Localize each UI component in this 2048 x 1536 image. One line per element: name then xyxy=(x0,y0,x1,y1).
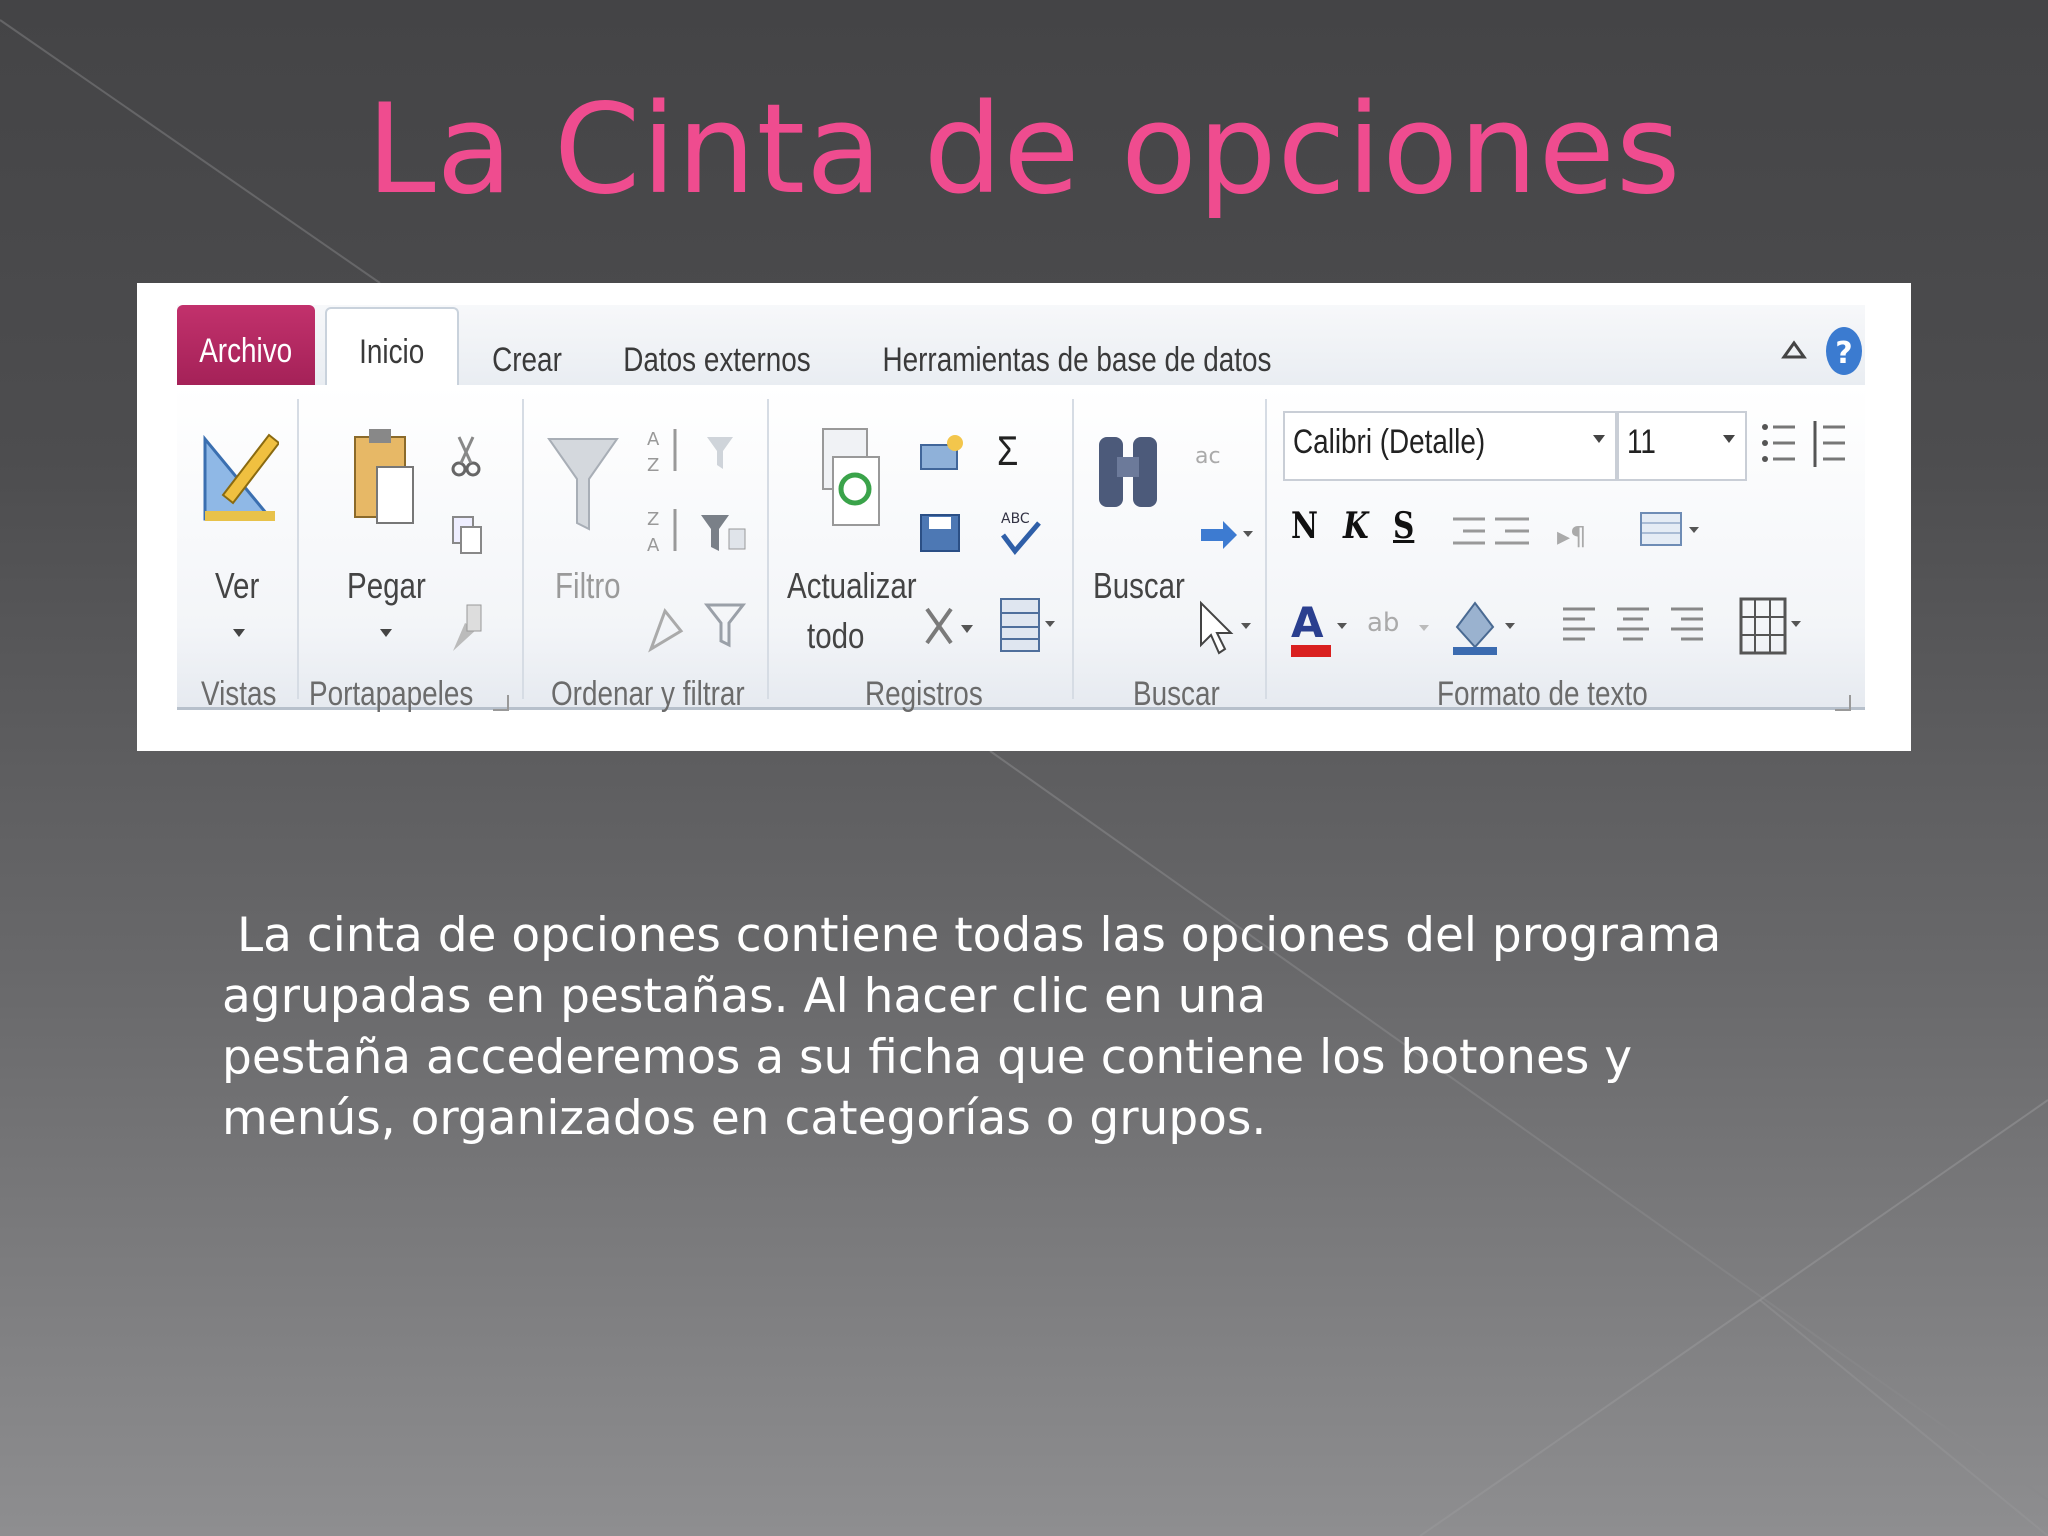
copy-icon[interactable] xyxy=(449,513,485,557)
numbering-icon[interactable] xyxy=(1809,417,1849,471)
replace-icon[interactable]: ac xyxy=(1191,433,1235,483)
clipboard-launcher-icon[interactable] xyxy=(493,695,509,711)
body-line: agrupadas en pestañas. Al hacer clic en … xyxy=(222,969,1267,1024)
underline-button[interactable]: S xyxy=(1393,505,1414,547)
alternate-fill-icon[interactable] xyxy=(1637,509,1703,553)
body-line: La cinta de opciones contiene todas las … xyxy=(222,908,1722,963)
svg-text:ab: ab xyxy=(1367,608,1399,638)
more-icon[interactable] xyxy=(997,595,1059,657)
tab-archivo[interactable]: Archivo xyxy=(177,305,315,397)
body-line: menús, organizados en categorías o grupo… xyxy=(222,1091,1267,1146)
tab-datos-externos[interactable]: Datos externos xyxy=(619,331,816,389)
advanced-filter-icon[interactable] xyxy=(699,511,753,561)
text-direction-icon[interactable]: ▸¶ xyxy=(1555,515,1615,555)
delete-icon[interactable] xyxy=(921,601,981,651)
bullets-icon[interactable] xyxy=(1759,417,1799,471)
svg-text:Z: Z xyxy=(647,509,659,530)
font-name-dropdown-icon xyxy=(1593,435,1605,443)
refresh-icon[interactable] xyxy=(817,423,887,531)
find-button-label[interactable]: Buscar xyxy=(1093,565,1185,607)
svg-text:Z: Z xyxy=(647,455,659,476)
tab-herramientas[interactable]: Herramientas de base de datos xyxy=(880,331,1274,389)
view-dropdown-icon[interactable] xyxy=(233,629,245,637)
go-to-icon[interactable] xyxy=(1197,515,1257,555)
refresh-button-label-1[interactable]: Actualizar xyxy=(787,565,917,607)
background-lines xyxy=(0,19,2048,1536)
format-painter-icon[interactable] xyxy=(447,601,487,655)
italic-button[interactable]: K xyxy=(1343,505,1369,547)
slide-body-text: La cinta de opciones contiene todas las … xyxy=(222,905,1922,1149)
paste-icon[interactable] xyxy=(349,423,419,527)
selection-filter-icon[interactable] xyxy=(705,433,755,473)
svg-text:ABC: ABC xyxy=(1001,511,1030,527)
remove-sort-icon[interactable] xyxy=(645,601,689,655)
svg-text:▸¶: ▸¶ xyxy=(1557,522,1587,552)
group-registros: Registros xyxy=(865,675,983,713)
select-icon[interactable] xyxy=(1195,599,1257,657)
help-icon[interactable]: ? xyxy=(1822,323,1866,379)
totals-icon[interactable]: Σ xyxy=(997,427,1018,475)
font-size-select[interactable]: 11 xyxy=(1617,411,1747,481)
svg-text:ac: ac xyxy=(1195,444,1221,469)
group-ordenar-filtrar: Ordenar y filtrar xyxy=(551,675,745,713)
save-record-icon[interactable] xyxy=(917,509,965,557)
slide-title: La Cinta de opciones xyxy=(366,78,1682,222)
find-icon[interactable] xyxy=(1091,427,1167,519)
indent-icons[interactable] xyxy=(1449,511,1533,561)
minimize-ribbon-icon[interactable] xyxy=(1779,335,1809,365)
font-size-dropdown-icon xyxy=(1723,435,1735,443)
view-button-label[interactable]: Ver xyxy=(215,565,259,607)
svg-text:A: A xyxy=(1291,598,1324,647)
group-buscar: Buscar xyxy=(1133,675,1220,713)
fill-color-icon[interactable] xyxy=(1447,593,1521,659)
sort-ascending-icon[interactable]: AZ xyxy=(645,423,689,479)
ribbon-screenshot: Archivo Inicio Crear Datos externos Herr… xyxy=(137,283,1911,751)
refresh-button-label-2[interactable]: todo xyxy=(807,615,864,657)
group-formato-texto: Formato de texto xyxy=(1437,675,1648,713)
svg-text:A: A xyxy=(647,429,660,450)
cut-icon[interactable] xyxy=(449,433,483,477)
font-name-value: Calibri (Detalle) xyxy=(1293,423,1486,461)
paste-button-label[interactable]: Pegar xyxy=(347,565,426,607)
svg-text:?: ? xyxy=(1835,336,1852,371)
body-line: pestaña accederemos a su ficha que conti… xyxy=(222,1030,1633,1085)
group-vistas: Vistas xyxy=(201,675,277,713)
toggle-filter-icon[interactable] xyxy=(703,601,747,651)
spelling-icon[interactable]: ABC xyxy=(995,505,1045,561)
font-size-value: 11 xyxy=(1627,423,1656,461)
text-format-launcher-icon[interactable] xyxy=(1835,695,1851,711)
highlight-icon[interactable]: ab xyxy=(1363,595,1433,651)
svg-text:A: A xyxy=(647,535,660,556)
font-color-icon[interactable]: A xyxy=(1287,593,1351,663)
paste-dropdown-icon[interactable] xyxy=(380,629,392,637)
tab-crear[interactable]: Crear xyxy=(486,331,568,389)
group-portapapeles: Portapapeles xyxy=(309,675,474,713)
gridlines-icon[interactable] xyxy=(1737,595,1803,661)
align-icons[interactable] xyxy=(1561,603,1711,653)
sort-descending-icon[interactable]: ZA xyxy=(645,503,689,559)
font-name-select[interactable]: Calibri (Detalle) xyxy=(1283,411,1617,481)
tab-inicio[interactable]: Inicio xyxy=(325,307,459,395)
new-record-icon[interactable] xyxy=(917,431,965,475)
filter-button-label[interactable]: Filtro xyxy=(555,565,621,607)
filter-icon[interactable] xyxy=(545,433,621,533)
bold-button[interactable]: N xyxy=(1291,505,1318,547)
view-icon[interactable] xyxy=(199,429,279,529)
